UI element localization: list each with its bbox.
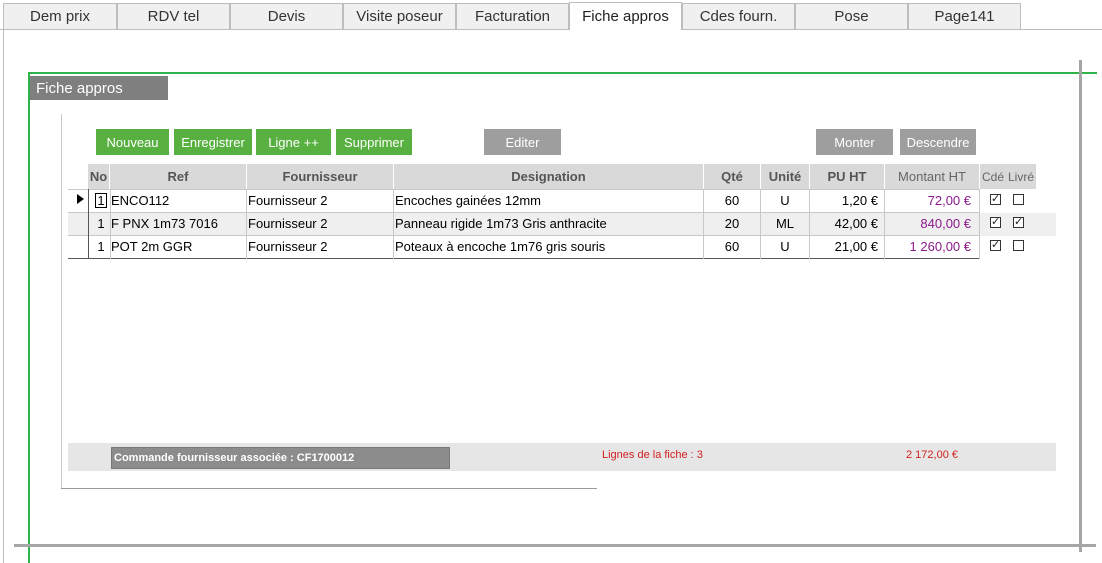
cell-no: 1 <box>97 216 105 231</box>
grid-line <box>703 189 704 259</box>
cell-ref: F PNX 1m73 7016 <box>111 216 218 231</box>
tab-dem-prix[interactable]: Dem prix <box>3 3 117 29</box>
grid-line <box>246 189 247 259</box>
cde-checkbox[interactable]: ✓ <box>990 240 1001 251</box>
cell-fournisseur: Fournisseur 2 <box>248 216 328 231</box>
tab-pose[interactable]: Pose <box>795 3 908 29</box>
frame-left-line <box>28 72 30 563</box>
tab-bar-divider <box>0 29 1102 30</box>
descendre-button[interactable]: Descendre <box>900 129 976 155</box>
cell-unite: U <box>780 193 790 208</box>
cell-pu-ht: 42,00 € <box>834 216 878 231</box>
tab-page141[interactable]: Page141 <box>908 3 1021 29</box>
linked-supplier-order[interactable]: Commande fournisseur associée : CF170001… <box>111 447 450 469</box>
cell-unite: U <box>780 239 790 254</box>
column-header-unite[interactable]: Unité <box>761 164 809 189</box>
cde-checkbox[interactable]: ✓ <box>990 194 1001 205</box>
lines-count-label: Lignes de la fiche : 3 <box>602 449 703 461</box>
cell-pu-ht: 21,00 € <box>834 239 878 254</box>
total-amount: 2 172,00 € <box>906 449 958 461</box>
grid-line <box>979 189 980 259</box>
cell-unite: ML <box>775 216 795 231</box>
grid-line <box>68 235 979 236</box>
cell-qte: 60 <box>724 239 740 254</box>
page-border <box>3 30 4 563</box>
cell-designation: Poteaux à encoche 1m76 gris souris <box>395 239 606 254</box>
column-header-qte[interactable]: Qté <box>704 164 760 189</box>
supprimer-button[interactable]: Supprimer <box>336 129 412 155</box>
cell-ref: ENCO112 <box>111 193 170 208</box>
nouveau-button[interactable]: Nouveau <box>96 129 169 155</box>
table-row[interactable]: 1 F PNX 1m73 7016 Fournisseur 2 Panneau … <box>68 212 979 235</box>
cde-checkbox[interactable]: ✓ <box>990 217 1001 228</box>
column-header-pu-ht[interactable]: PU HT <box>810 164 884 189</box>
grid-line <box>393 189 394 259</box>
column-header-ref[interactable]: Ref <box>110 164 246 189</box>
grid-line <box>110 189 111 259</box>
current-row-arrow-icon <box>77 194 84 204</box>
grid-line <box>884 189 885 259</box>
grid-line <box>809 189 810 259</box>
cell-ref: POT 2m GGR <box>111 239 193 254</box>
column-header-montant-ht[interactable]: Montant HT <box>885 164 979 189</box>
cell-designation: Encoches gainées 12mm <box>395 193 541 208</box>
tab-rdv-tel[interactable]: RDV tel <box>117 3 230 29</box>
column-header-fournisseur[interactable]: Fournisseur <box>247 164 393 189</box>
livre-checkbox[interactable]: ✓ <box>1013 217 1024 228</box>
ligne-plus-button[interactable]: Ligne ++ <box>256 129 331 155</box>
cell-montant-ht: 840,00 € <box>920 216 971 231</box>
grid-line <box>68 258 979 259</box>
panel-bottom-border <box>61 488 597 489</box>
cell-fournisseur: Fournisseur 2 <box>248 193 328 208</box>
cell-fournisseur: Fournisseur 2 <box>248 239 328 254</box>
monter-button[interactable]: Monter <box>816 129 893 155</box>
table-row[interactable]: 1 ENCO112 Fournisseur 2 Encoches gainées… <box>68 189 979 212</box>
grid-line <box>68 189 979 190</box>
livre-checkbox[interactable] <box>1013 240 1024 251</box>
frame-right-line <box>1079 60 1082 552</box>
cell-no: 1 <box>94 189 108 212</box>
table-row[interactable]: 1 POT 2m GGR Fournisseur 2 Poteaux à enc… <box>68 235 979 258</box>
tab-cdes-fourn[interactable]: Cdes fourn. <box>682 3 795 29</box>
column-header-livre[interactable]: Livré <box>1006 164 1036 189</box>
cell-qte: 60 <box>724 193 740 208</box>
tab-bar: Dem prix RDV tel Devis Visite poseur Fac… <box>0 0 1102 30</box>
editer-button[interactable]: Editer <box>484 129 561 155</box>
grid-line <box>88 189 89 259</box>
tab-visite-poseur[interactable]: Visite poseur <box>343 3 456 29</box>
frame-bottom-line <box>14 544 1096 547</box>
column-header-no[interactable]: No <box>88 164 109 189</box>
cell-qte: 20 <box>724 216 740 231</box>
cell-montant-ht: 1 260,00 € <box>909 239 971 254</box>
livre-checkbox[interactable] <box>1013 194 1024 205</box>
panel-left-border <box>61 114 62 488</box>
frame-top-line <box>30 72 1097 74</box>
cell-montant-ht: 72,00 € <box>927 193 971 208</box>
tab-facturation[interactable]: Facturation <box>456 3 569 29</box>
enregistrer-button[interactable]: Enregistrer <box>174 129 252 155</box>
grid-line <box>760 189 761 259</box>
column-header-cde[interactable]: Cdé <box>980 164 1006 189</box>
section-title: Fiche appros <box>30 76 168 100</box>
cell-pu-ht: 1,20 € <box>841 193 878 208</box>
tab-devis[interactable]: Devis <box>230 3 343 29</box>
cell-designation: Panneau rigide 1m73 Gris anthracite <box>395 216 607 231</box>
tab-fiche-appros[interactable]: Fiche appros <box>569 2 682 30</box>
cell-no: 1 <box>97 239 105 254</box>
grid-line <box>68 212 979 213</box>
column-header-designation[interactable]: Designation <box>394 164 703 189</box>
